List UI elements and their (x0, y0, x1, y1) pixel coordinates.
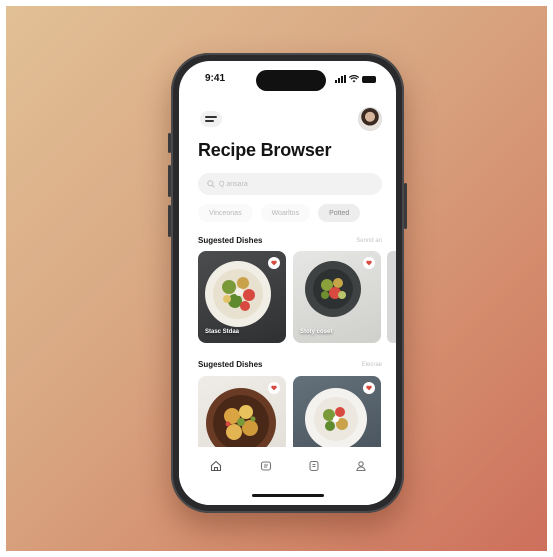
signal-icon (335, 75, 346, 83)
tab-profile[interactable] (353, 458, 369, 474)
dish-card[interactable]: Stoty coset (293, 251, 381, 343)
dish-image (305, 388, 367, 450)
dish-image (205, 261, 271, 327)
home-indicator (252, 494, 324, 497)
dish-name: Stasc Stdaa (205, 329, 240, 335)
tab-saved[interactable] (306, 458, 322, 474)
filter-chips: Vinceonas Woarltos Potted (198, 204, 361, 222)
chip-potted[interactable]: Potted (318, 204, 361, 222)
mute-switch (168, 133, 171, 153)
favorite-button[interactable] (268, 382, 280, 394)
section-see-all-link[interactable]: Elecrae (362, 362, 382, 368)
tab-recipes[interactable] (258, 458, 274, 474)
status-icons (335, 75, 376, 83)
battery-icon (362, 76, 376, 83)
power-button (404, 183, 407, 229)
dish-image (305, 261, 361, 317)
favorite-button[interactable] (363, 257, 375, 269)
home-icon (210, 460, 222, 472)
heart-icon (271, 385, 277, 391)
favorite-button[interactable] (363, 382, 375, 394)
chip-vinceonas[interactable]: Vinceonas (198, 204, 253, 222)
tab-home[interactable] (208, 458, 224, 474)
recipes-icon (260, 461, 272, 471)
volume-down-button (168, 205, 171, 237)
menu-button[interactable] (200, 111, 222, 127)
saved-icon (309, 460, 319, 472)
heart-icon (366, 385, 372, 391)
search-bar[interactable] (198, 173, 382, 195)
menu-icon (205, 116, 217, 118)
dish-name: Stoty coset (300, 329, 333, 335)
favorite-button[interactable] (268, 257, 280, 269)
volume-up-button (168, 165, 171, 197)
profile-icon (356, 461, 366, 472)
background: 9:41 Recipe Browser Q ansara Vinceonas W… (6, 6, 547, 551)
section-title: Sugested Dishes (198, 360, 263, 369)
page-title: Recipe Browser (198, 140, 332, 160)
heart-icon (366, 260, 372, 266)
wifi-icon (349, 75, 359, 83)
phone-frame: 9:41 Recipe Browser Q ansara Vinceonas W… (168, 53, 407, 513)
dish-card-peek (387, 251, 396, 343)
search-input[interactable] (219, 180, 369, 188)
tab-bar (179, 447, 396, 505)
section-see-all-link[interactable]: Sennd an (356, 238, 382, 244)
dish-card[interactable]: Stasc Stdaa (198, 251, 286, 343)
status-time: 9:41 (205, 73, 226, 84)
avatar[interactable] (358, 107, 382, 131)
chip-woarltos[interactable]: Woarltos (260, 204, 311, 222)
dynamic-island (256, 70, 326, 91)
section-title: Sugested Dishes (198, 236, 263, 245)
heart-icon (271, 260, 277, 266)
search-icon (207, 180, 215, 188)
app-screen: 9:41 Recipe Browser Q ansara Vinceonas W… (179, 61, 396, 505)
